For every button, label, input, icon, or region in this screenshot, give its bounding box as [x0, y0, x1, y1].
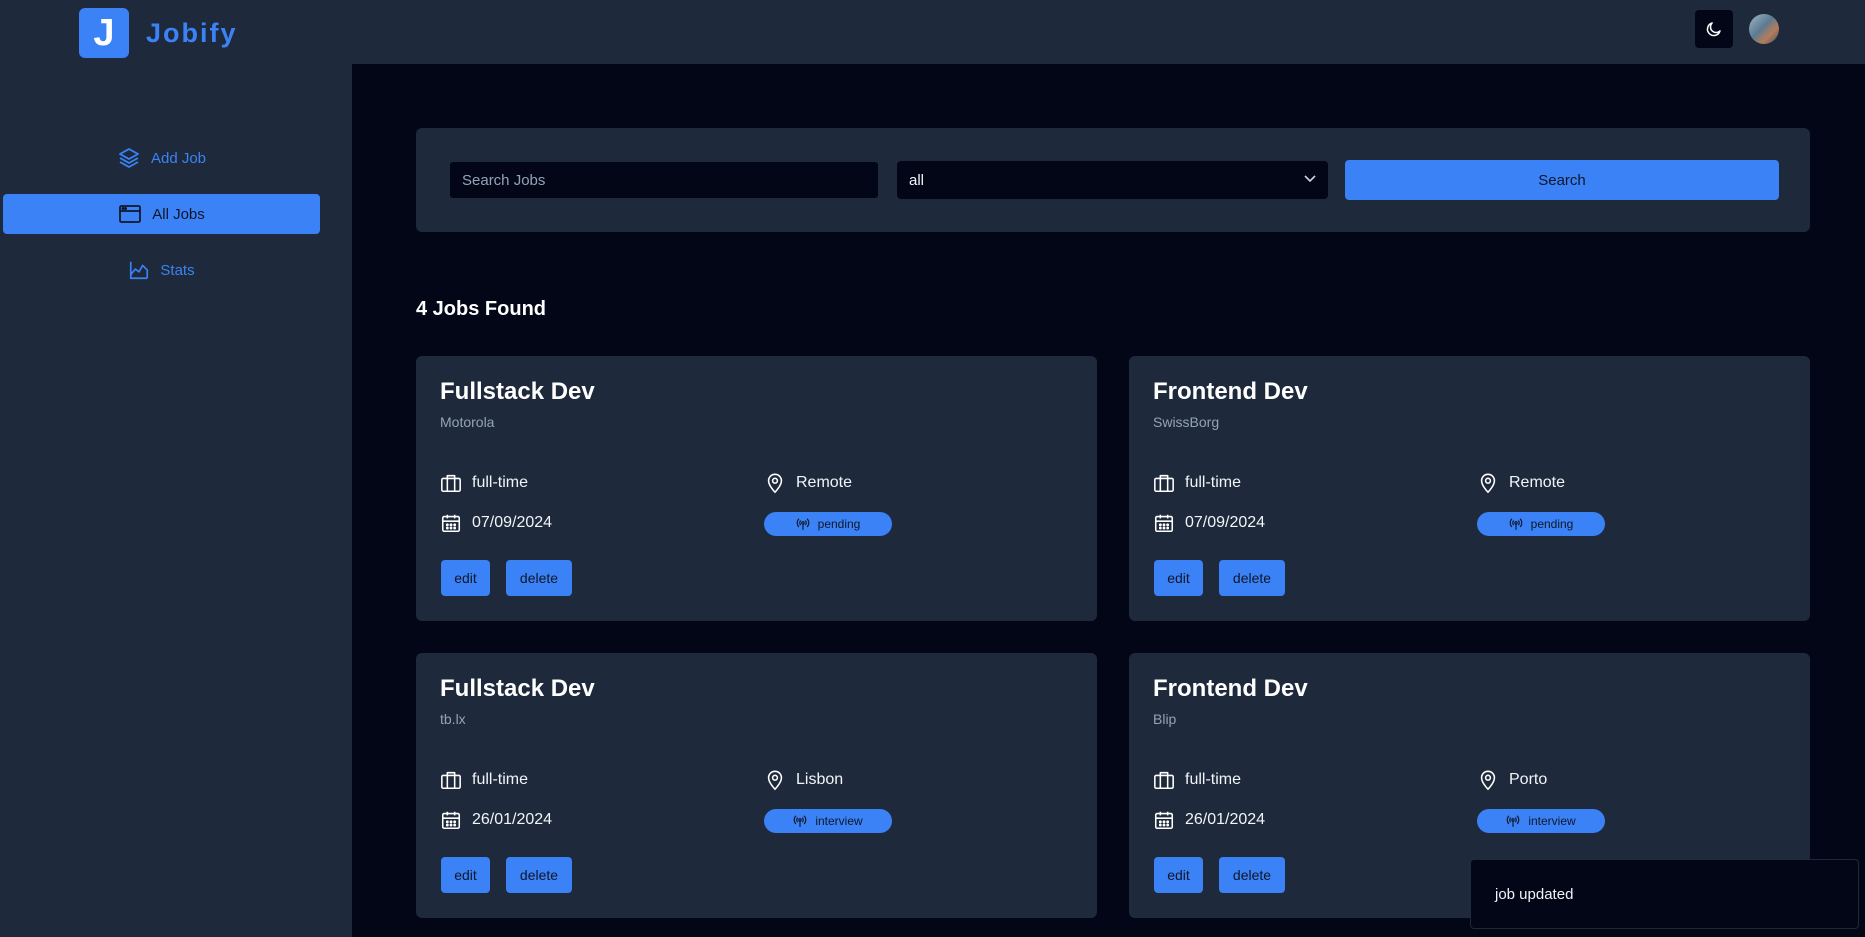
job-date: 07/09/2024 — [1153, 512, 1265, 534]
status-select-value: all — [909, 171, 925, 189]
browser-window-icon — [119, 205, 142, 223]
calendar-icon — [1154, 811, 1174, 830]
job-title: Fullstack Dev — [440, 378, 595, 405]
job-card: Frontend Dev SwissBorg full-time 07/09/2… — [1129, 356, 1810, 621]
delete-button[interactable]: delete — [506, 560, 572, 596]
logo-badge: J — [79, 8, 129, 58]
layers-icon — [119, 148, 139, 168]
chart-icon — [130, 261, 149, 280]
job-location: Remote — [764, 472, 852, 494]
briefcase-icon — [1154, 771, 1174, 790]
job-date: 26/01/2024 — [1153, 809, 1265, 831]
job-type: full-time — [1153, 472, 1241, 494]
map-pin-icon — [1480, 473, 1496, 494]
chevron-down-icon — [1304, 175, 1316, 183]
job-type-label: full-time — [1185, 474, 1242, 491]
job-company: SwissBorg — [1153, 414, 1220, 430]
status-badge: interview — [1477, 809, 1605, 833]
theme-toggle-button[interactable] — [1695, 10, 1733, 48]
calendar-icon — [441, 811, 461, 830]
moon-icon — [1706, 22, 1721, 37]
broadcast-icon — [794, 815, 807, 827]
broadcast-icon — [1509, 518, 1522, 530]
briefcase-icon — [1154, 474, 1174, 493]
edit-button[interactable]: edit — [441, 560, 490, 596]
broadcast-icon — [796, 518, 809, 530]
job-location: Porto — [1477, 769, 1547, 791]
job-location-label: Remote — [796, 474, 853, 491]
sidebar-nav: Add Job All Jobs Stats — [3, 138, 320, 306]
job-type-label: full-time — [472, 474, 529, 491]
delete-button[interactable]: delete — [1219, 560, 1285, 596]
edit-button[interactable]: edit — [1154, 560, 1203, 596]
job-date-label: 26/01/2024 — [1185, 811, 1266, 828]
job-date-label: 07/09/2024 — [472, 514, 553, 531]
status-badge-label: pending — [817, 517, 861, 531]
job-location-label: Porto — [1509, 771, 1548, 788]
sidebar-item-add-job[interactable]: Add Job — [3, 138, 320, 178]
job-location: Lisbon — [764, 769, 843, 791]
status-badge-label: interview — [1528, 814, 1576, 828]
job-type: full-time — [440, 472, 528, 494]
brand-name: Jobify — [146, 17, 238, 48]
status-badge: interview — [764, 809, 892, 833]
broadcast-icon — [1507, 815, 1520, 827]
briefcase-icon — [441, 474, 461, 493]
job-type-label: full-time — [1185, 771, 1242, 788]
status-badge: pending — [1477, 512, 1605, 536]
job-type-label: full-time — [472, 771, 529, 788]
brand-logo[interactable]: J Jobify — [79, 8, 238, 58]
delete-button[interactable]: delete — [1219, 857, 1285, 893]
sidebar-item-all-jobs[interactable]: All Jobs — [3, 194, 320, 234]
job-location-label: Remote — [1509, 474, 1566, 491]
job-date-label: 26/01/2024 — [472, 811, 553, 828]
map-pin-icon — [767, 473, 783, 494]
map-pin-icon — [1480, 770, 1496, 791]
job-location-label: Lisbon — [796, 771, 844, 788]
edit-button[interactable]: edit — [1154, 857, 1203, 893]
job-type: full-time — [440, 769, 528, 791]
job-type: full-time — [1153, 769, 1241, 791]
job-card: Fullstack Dev tb.lx full-time 26/01/2024… — [416, 653, 1097, 918]
status-badge-label: pending — [1530, 517, 1574, 531]
edit-button[interactable]: edit — [441, 857, 490, 893]
avatar[interactable] — [1749, 14, 1779, 44]
calendar-icon — [441, 514, 461, 533]
toast-message: job updated — [1495, 885, 1574, 903]
calendar-icon — [1154, 514, 1174, 533]
job-company: Motorola — [440, 414, 495, 430]
job-date: 07/09/2024 — [440, 512, 552, 534]
status-badge-label: interview — [815, 814, 863, 828]
job-title: Frontend Dev — [1153, 378, 1308, 405]
delete-button[interactable]: delete — [506, 857, 572, 893]
job-title: Fullstack Dev — [440, 675, 595, 702]
search-input[interactable] — [449, 161, 879, 199]
sidebar-item-stats[interactable]: Stats — [3, 250, 320, 290]
sidebar-item-label: Add Job — [150, 149, 207, 167]
status-badge: pending — [764, 512, 892, 536]
search-button[interactable]: Search — [1345, 160, 1779, 200]
briefcase-icon — [441, 771, 461, 790]
job-company: tb.lx — [440, 711, 466, 727]
map-pin-icon — [767, 770, 783, 791]
top-navbar — [352, 0, 1865, 64]
sidebar: J Jobify Add Job All Jobs Stats — [0, 0, 352, 937]
sidebar-item-label: All Jobs — [152, 205, 205, 223]
search-form: all Search — [416, 128, 1810, 232]
job-location: Remote — [1477, 472, 1565, 494]
toast-notification[interactable]: job updated — [1470, 859, 1859, 929]
status-select[interactable]: all — [897, 161, 1328, 199]
sidebar-item-label: Stats — [160, 261, 195, 279]
job-company: Blip — [1153, 711, 1177, 727]
jobs-count-heading: 4 Jobs Found — [416, 298, 546, 320]
job-title: Frontend Dev — [1153, 675, 1308, 702]
job-card: Fullstack Dev Motorola full-time 07/09/2… — [416, 356, 1097, 621]
job-date-label: 07/09/2024 — [1185, 514, 1266, 531]
job-date: 26/01/2024 — [440, 809, 552, 831]
